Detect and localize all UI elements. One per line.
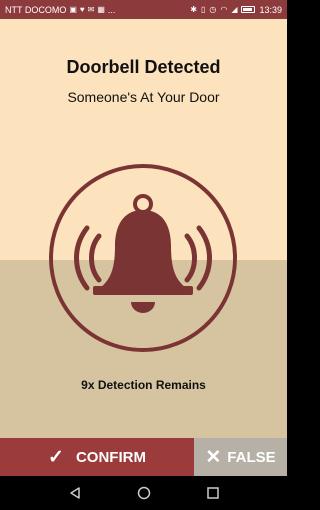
system-nav-bar	[0, 476, 287, 510]
alarm-icon: ◷	[209, 4, 217, 14]
vibrate-icon: ▯	[200, 4, 206, 14]
bell-icon	[49, 164, 237, 352]
check-icon: ✓	[48, 446, 64, 468]
status-time: 13:39	[259, 4, 282, 15]
doorbell-screen: Doorbell Detected Someone's At Your Door…	[0, 19, 287, 476]
app-notification-icon: ▣	[69, 4, 77, 14]
home-icon	[137, 486, 150, 500]
page-subtitle: Someone's At Your Door	[67, 89, 220, 105]
wifi-icon: ◠	[220, 4, 228, 14]
status-right: ✱ ▯ ◷ ◠ ◢ 13:39	[190, 5, 282, 15]
more-notifications: ...	[107, 4, 116, 15]
page-title: Doorbell Detected	[66, 57, 221, 77]
detections-remaining: 9x Detection Remains	[81, 378, 206, 392]
recents-button[interactable]	[199, 479, 227, 507]
close-icon: ✕	[205, 446, 222, 468]
status-left: NTT DOCOMO ▣ ♥ ✉ ▦ ...	[5, 5, 190, 15]
heart-notification-icon: ♥	[79, 4, 85, 14]
grid-notification-icon: ▦	[97, 4, 105, 14]
back-button[interactable]	[61, 479, 89, 507]
home-button[interactable]	[130, 479, 158, 507]
back-icon	[69, 487, 80, 499]
confirm-label: CONFIRM	[75, 448, 146, 466]
mail-notification-icon: ✉	[87, 4, 95, 14]
battery-icon	[241, 6, 256, 13]
confirm-button[interactable]: ✓ CONFIRM	[0, 438, 194, 476]
recents-icon	[206, 487, 219, 499]
bell-badge	[47, 162, 239, 354]
carrier-label: NTT DOCOMO	[5, 4, 67, 15]
signal-icon: ◢	[231, 4, 238, 14]
false-label: FALSE	[227, 448, 276, 466]
status-bar: NTT DOCOMO ▣ ♥ ✉ ▦ ... ✱ ▯ ◷ ◠ ◢ 13:39	[0, 0, 287, 19]
bluetooth-icon: ✱	[190, 4, 197, 14]
false-button[interactable]: ✕ FALSE	[194, 438, 287, 476]
